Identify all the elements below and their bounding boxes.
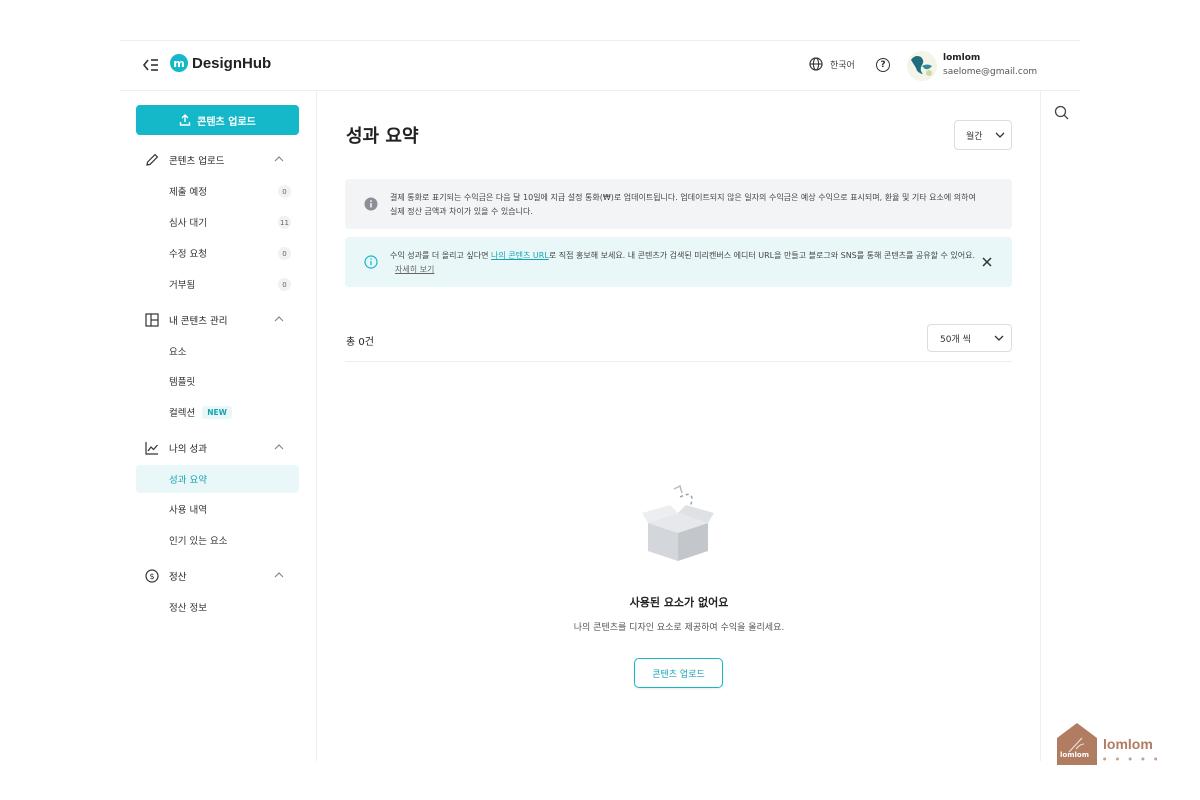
sidebar-item-label: 정산 정보 [169,603,207,614]
sidebar-item-settlement-info[interactable]: 정산 정보 [136,593,299,621]
notice-promote: 수익 성과를 더 올리고 싶다면 나의 콘텐츠 URL로 직접 홍보해 보세요.… [345,237,1012,287]
count-badge: 0 [278,247,291,260]
menu-collapse-icon[interactable] [142,57,160,73]
sidebar-item-elements[interactable]: 요소 [136,337,299,365]
sidebar-item-label: 사용 내역 [169,505,207,516]
notice-currency: 결제 통화로 표기되는 수익금은 다음 달 10일에 지급 설정 통화(₩)로 … [345,179,1012,229]
my-content-url-link[interactable]: 나의 콘텐츠 URL [491,251,549,260]
period-dropdown[interactable]: 월간 [954,120,1012,150]
sidebar-item-performance-summary[interactable]: 성과 요약 [136,465,299,493]
upload-button-label: 콘텐츠 업로드 [197,116,256,128]
section-label: 정산 [169,572,187,583]
right-rail [1040,91,1080,761]
page-title: 성과 요약 [346,126,419,147]
per-page-value: 50개 씩 [940,334,971,345]
chevron-up-icon [274,572,284,578]
info-filled-icon [364,197,378,211]
empty-box-icon [642,485,714,561]
sidebar-section-my-content[interactable]: 내 콘텐츠 관리 [144,311,294,329]
section-label: 내 콘텐츠 관리 [169,316,228,327]
globe-icon [809,57,823,71]
avatar[interactable] [907,51,937,81]
section-label: 콘텐츠 업로드 [169,156,225,167]
learn-more-link[interactable]: 자세히 보기 [395,265,434,274]
user-email: saelome@gmail.com [943,67,1038,77]
chevron-down-icon [994,335,1004,341]
sidebar-item-label: 요소 [169,347,187,358]
sidebar-item-label: 템플릿 [169,377,196,388]
divider [345,361,1012,362]
empty-state-title: 사용된 요소가 없어요 [629,596,729,609]
notice-text-before: 수익 성과를 더 올리고 싶다면 [390,251,492,260]
sidebar-item-label: 인기 있는 요소 [169,536,228,547]
watermark-house-label: lomlom [1060,751,1090,759]
new-badge: NEW [202,405,232,419]
top-header: m DesignHub 한국어 ? lomlom saelome@gmail.c… [120,41,1080,91]
upload-icon [179,114,191,126]
sidebar-item-label: 성과 요약 [169,475,207,486]
sidebar-item-label: 심사 대기 [169,218,207,229]
section-label: 나의 성과 [169,444,207,455]
chevron-up-icon [274,444,284,450]
sidebar-item-review-pending[interactable]: 심사 대기 11 [136,208,299,236]
watermark-dots: ● ● ● ● ● [1103,756,1162,761]
chevron-up-icon [274,316,284,322]
count-badge: 0 [278,278,291,291]
pencil-icon [144,152,160,168]
chart-line-icon [144,440,160,456]
period-value: 월간 [966,131,983,142]
sidebar-item-label: 거부됨 [169,280,196,291]
sidebar: 콘텐츠 업로드 콘텐츠 업로드 제출 예정 0 심사 대기 11 수정 요청 0… [120,91,317,761]
lomlom-watermark: lomlom lomlom ● ● ● ● ● [1056,722,1166,766]
sidebar-item-popular-elements[interactable]: 인기 있는 요소 [136,526,299,554]
user-name: lomlom [943,53,981,63]
svg-text:$: $ [149,572,154,581]
app-frame: m DesignHub 한국어 ? lomlom saelome@gmail.c… [120,40,1080,761]
language-selector[interactable]: 한국어 [809,57,855,71]
sidebar-item-scheduled[interactable]: 제출 예정 0 [136,177,299,205]
sidebar-item-rejected[interactable]: 거부됨 0 [136,270,299,298]
empty-upload-button[interactable]: 콘텐츠 업로드 [634,658,723,688]
info-icon [364,255,378,269]
count-badge: 0 [278,185,291,198]
help-icon[interactable]: ? [876,58,890,72]
close-icon[interactable] [981,256,993,268]
chevron-down-icon [995,132,1005,138]
sidebar-section-settlement[interactable]: $ 정산 [144,567,294,585]
empty-state-subtitle: 나의 콘텐츠를 디자인 요소로 제공하여 수익을 올리세요. [573,623,785,633]
sidebar-item-usage-history[interactable]: 사용 내역 [136,495,299,523]
notice-text-after: 로 직접 홍보해 보세요. 내 콘텐츠가 검색된 미리캔버스 에디터 URL을 … [548,251,976,260]
count-badge: 11 [278,216,291,229]
search-icon[interactable] [1054,105,1069,120]
house-logo-icon [1057,723,1097,765]
total-count: 총 0건 [346,337,374,348]
logo-text: DesignHub [192,54,272,72]
sidebar-item-label: 컬렉션 [169,408,196,419]
language-label: 한국어 [830,60,855,71]
main-content: 성과 요약 월간 결제 통화로 표기되는 수익금은 다음 달 10일에 지급 설… [318,91,1040,761]
upload-content-button[interactable]: 콘텐츠 업로드 [136,105,299,135]
sidebar-item-templates[interactable]: 템플릿 [136,367,299,395]
chevron-up-icon [274,156,284,162]
per-page-dropdown[interactable]: 50개 씩 [927,324,1012,352]
sidebar-item-label: 수정 요청 [169,249,207,260]
sidebar-item-revision-requested[interactable]: 수정 요청 0 [136,239,299,267]
sidebar-item-collections[interactable]: 컬렉션 NEW [136,398,299,426]
designhub-logo[interactable]: m DesignHub [170,54,271,72]
notice-promote-text: 수익 성과를 더 올리고 싶다면 나의 콘텐츠 URL로 직접 홍보해 보세요.… [390,249,980,277]
layout-icon [144,312,160,328]
watermark-text: lomlom [1103,736,1153,752]
sidebar-section-content-upload[interactable]: 콘텐츠 업로드 [144,151,294,169]
notice-currency-text: 결제 통화로 표기되는 수익금은 다음 달 10일에 지급 설정 통화(₩)로 … [390,193,976,216]
sidebar-item-label: 제출 예정 [169,187,207,198]
dollar-circle-icon: $ [144,568,160,584]
logo-mark: m [170,54,188,72]
sidebar-section-my-performance[interactable]: 나의 성과 [144,439,294,457]
